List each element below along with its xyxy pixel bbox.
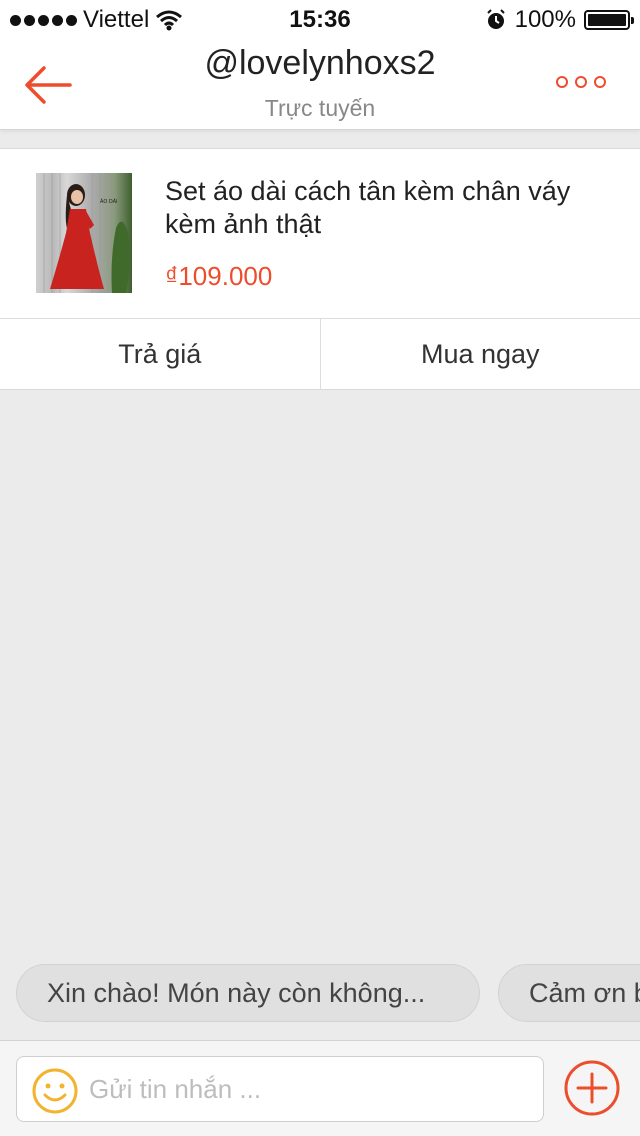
product-name: Set áo dài cách tân kèm chân váy kèm ảnh… [165, 176, 571, 239]
chat-username: @lovelynhoxs2 [204, 44, 436, 82]
status-left: Viettel [10, 6, 240, 34]
battery-percent: 100% [514, 6, 576, 33]
status-bar: Viettel 15:36 100% [0, 0, 640, 40]
emoji-button[interactable] [31, 1067, 79, 1115]
carrier-label: Viettel [83, 6, 150, 33]
product-thumbnail[interactable]: ÁO DÀI [36, 173, 132, 293]
thumbnail-caption: ÁO DÀI [100, 198, 118, 205]
battery-fill [588, 14, 626, 26]
battery-icon [584, 10, 634, 30]
more-button[interactable] [556, 76, 606, 88]
chat-screen: Viettel 15:36 100% @lovelynhoxs2 Trực tu… [0, 0, 640, 1136]
quick-reply-chip[interactable]: Xin chào! Món này còn không... [16, 964, 480, 1022]
online-status: Trực tuyến [264, 95, 376, 121]
status-time: 15:36 [289, 6, 351, 33]
wifi-icon [156, 10, 183, 31]
message-input[interactable] [89, 1057, 529, 1121]
make-offer-button[interactable]: Trả giá [0, 319, 320, 390]
product-info[interactable]: ÁO DÀI Set áo dài cách tân kèm chân váy … [0, 149, 640, 319]
more-dots-icon [575, 76, 587, 88]
alarm-icon [486, 9, 505, 29]
status-right: 100% [400, 6, 634, 34]
buy-now-button[interactable]: Mua ngay [319, 319, 640, 390]
product-actions: Trả giá Mua ngay [0, 319, 640, 390]
more-dots-icon [594, 76, 606, 88]
more-dots-icon [556, 76, 568, 88]
product-photo: ÁO DÀI [43, 173, 130, 293]
signal-icon [10, 14, 77, 26]
message-composer [0, 1040, 640, 1136]
add-attachment-button[interactable] [563, 1059, 621, 1117]
quick-replies: Xin chào! Món này còn không... Cảm ơn b [16, 964, 640, 1022]
smiley-icon [32, 1068, 78, 1114]
product-price: ₫109.000 [165, 261, 273, 291]
product-card: ÁO DÀI Set áo dài cách tân kèm chân váy … [0, 148, 640, 390]
quick-reply-chip[interactable]: Cảm ơn b [498, 964, 640, 1022]
message-box [16, 1056, 544, 1122]
plus-circle-icon [564, 1060, 620, 1116]
chat-header: @lovelynhoxs2 Trực tuyến [0, 40, 640, 130]
